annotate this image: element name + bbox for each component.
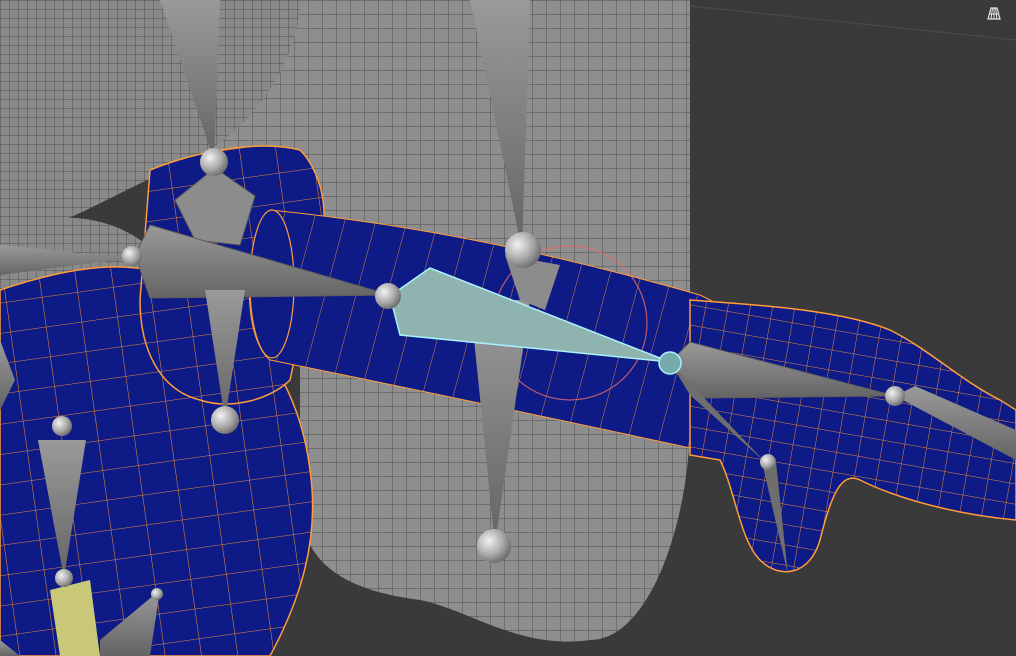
joint-leg-top [52,416,72,436]
joint-arm-lower [211,406,239,434]
overlay-toggle-button[interactable] [982,4,1006,26]
joint-wrist-active [658,351,682,375]
joint-shoulder [200,148,228,176]
floor-grid-line [689,5,1016,41]
joint-elbow [375,283,401,309]
joint-forearm-bottom [477,529,511,563]
joint-hand [885,386,905,406]
joint-leg-side [151,588,163,600]
joint-leg-mid [55,569,73,587]
mesh-grid-icon [986,5,1002,25]
joint-thumb [760,454,776,470]
joint-collar [122,246,142,266]
weight-paint-scene[interactable] [0,0,1016,656]
joint-forearm-top [505,232,541,268]
3d-viewport[interactable] [0,0,1016,656]
